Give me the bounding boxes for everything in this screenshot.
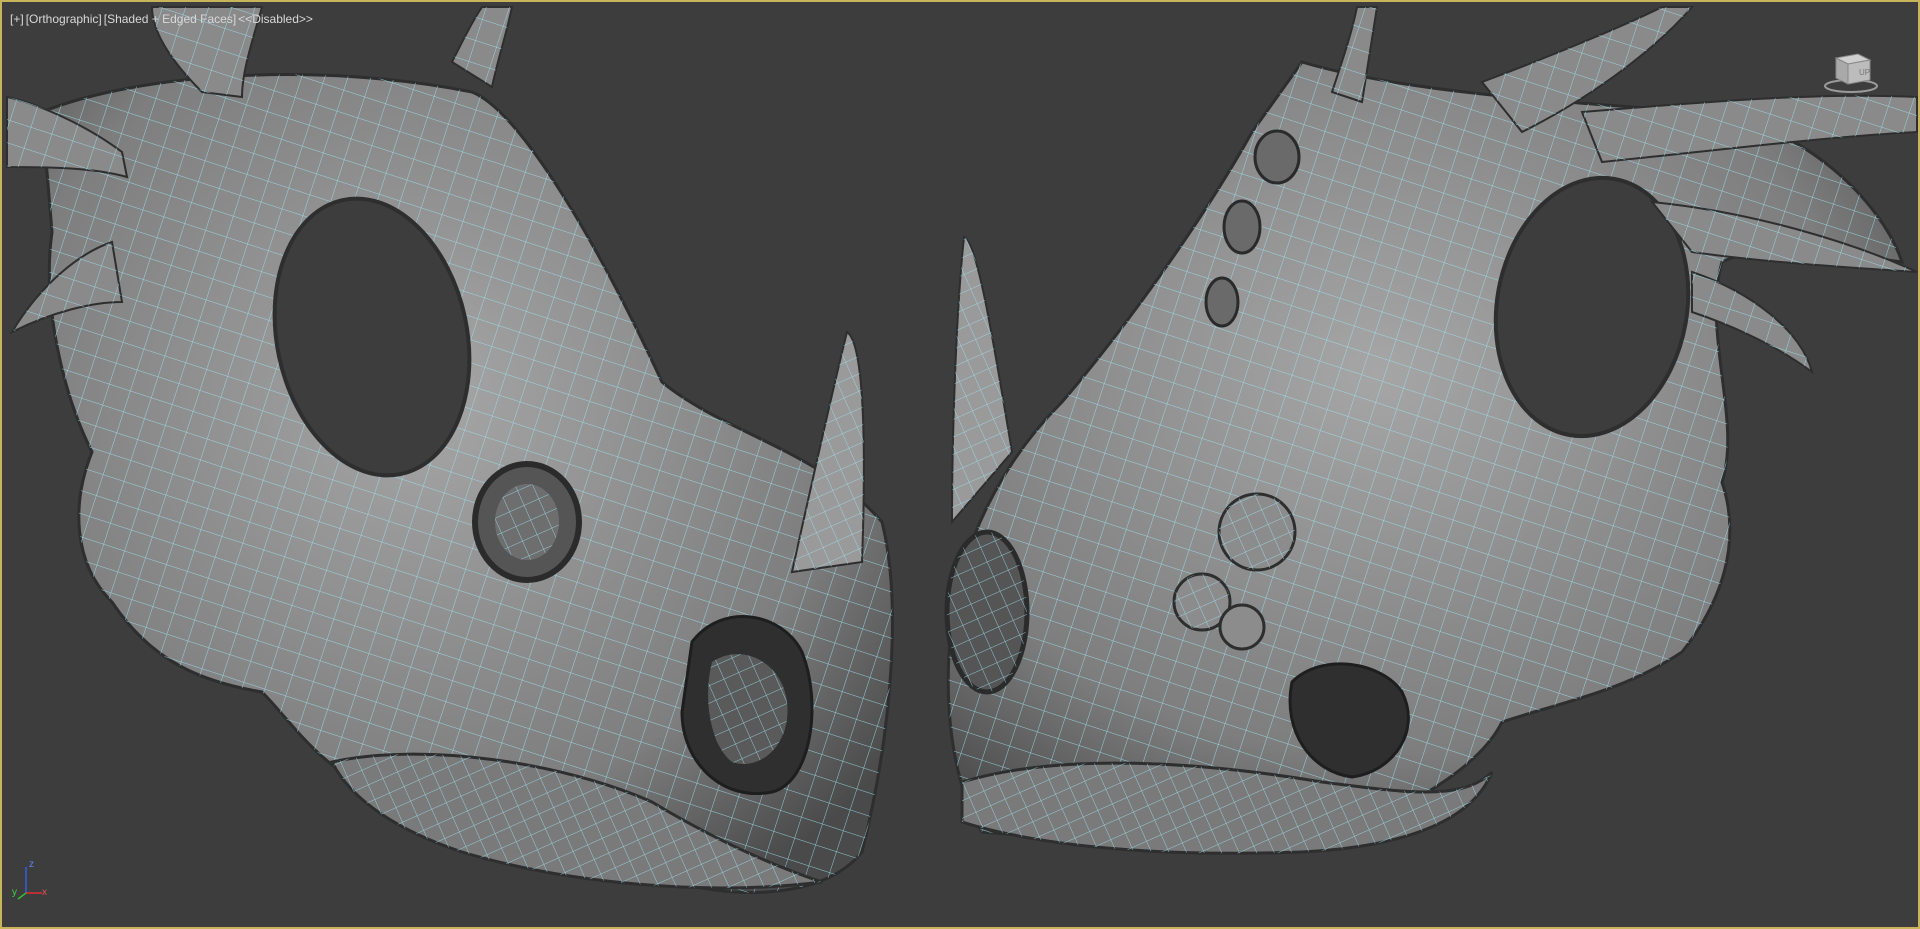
viewport-label-menu: [+] [Orthographic] [Shaded + Edged Faces…	[10, 12, 313, 26]
viewcube-icon[interactable]: UP	[1822, 48, 1880, 94]
right-skull-mesh[interactable]	[944, 6, 1918, 855]
axis-tripod-icon: z x y	[12, 859, 52, 901]
perspective-viewport[interactable]: [+] [Orthographic] [Shaded + Edged Faces…	[0, 0, 1920, 929]
viewcube-label: UP	[1859, 68, 1870, 77]
axis-x-label: x	[42, 887, 47, 898]
axis-z-label: z	[29, 859, 34, 870]
axis-y-label: y	[12, 887, 17, 898]
scene-canvas[interactable]	[2, 2, 1920, 929]
viewport-plus-menu[interactable]: [+]	[10, 12, 24, 26]
viewport-shading-menu[interactable]: [Shaded + Edged Faces]	[104, 12, 236, 26]
viewport-view-menu[interactable]: [Orthographic]	[26, 12, 102, 26]
left-skull-mesh[interactable]	[6, 6, 894, 894]
viewport-extra-menu[interactable]: <<Disabled>>	[238, 12, 313, 26]
